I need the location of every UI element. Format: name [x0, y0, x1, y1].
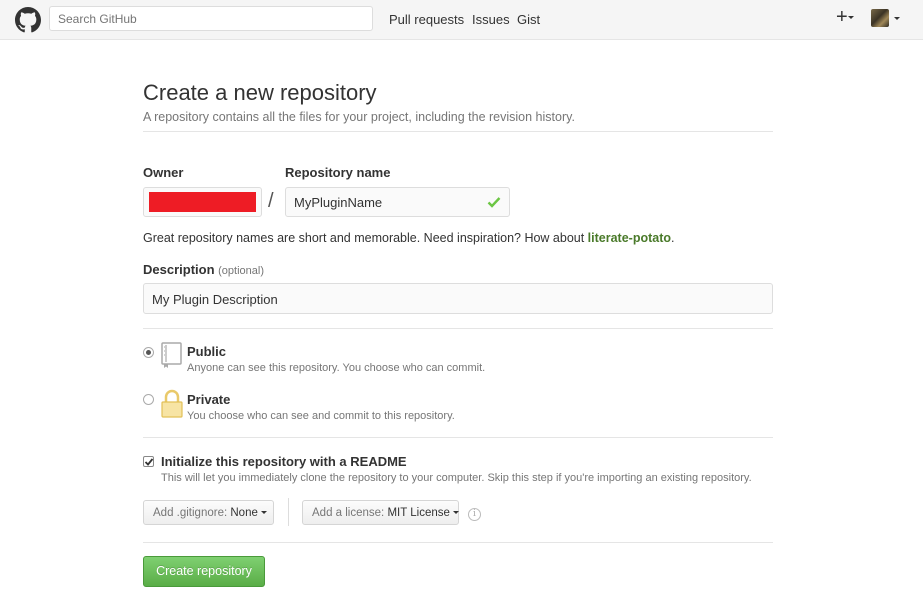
search-input[interactable]	[49, 6, 373, 31]
checkmark-icon	[487, 197, 501, 208]
checkmark-icon	[144, 458, 154, 466]
private-description: You choose who can see and commit to thi…	[187, 410, 455, 422]
github-logo-icon[interactable]	[15, 7, 41, 33]
init-readme-description: This will let you immediately clone the …	[161, 472, 752, 484]
owner-redaction	[149, 192, 256, 212]
public-title: Public	[187, 344, 227, 359]
plus-icon: +	[836, 6, 848, 28]
license-value: MIT License	[387, 507, 450, 519]
chevron-down-icon	[261, 511, 268, 515]
dropdown-divider	[288, 498, 289, 526]
gitignore-value: None	[230, 507, 258, 519]
page-title: Create a new repository	[143, 80, 377, 105]
gitignore-dropdown[interactable]: Add .gitignore: None	[143, 500, 274, 525]
repo-name-hint: Great repository names are short and mem…	[143, 231, 675, 245]
init-readme-checkbox[interactable]	[143, 456, 154, 467]
top-header: Pull requests Issues Gist +	[0, 0, 923, 40]
chevron-down-icon[interactable]	[894, 17, 900, 20]
owner-repo-separator: /	[268, 190, 274, 212]
nav-issues[interactable]: Issues	[472, 12, 510, 27]
create-repository-button[interactable]: Create repository	[143, 556, 265, 587]
page-subtitle: A repository contains all the files for …	[143, 110, 575, 124]
hint-suffix: .	[671, 231, 675, 245]
repo-name-label: Repository name	[285, 165, 391, 180]
chevron-down-icon	[453, 511, 460, 515]
optional-tag: (optional)	[218, 265, 264, 277]
divider	[143, 131, 773, 132]
owner-select[interactable]	[143, 187, 262, 217]
chevron-down-icon	[847, 16, 854, 20]
license-dropdown[interactable]: Add a license: MIT License	[302, 500, 460, 525]
public-radio[interactable]	[143, 347, 154, 358]
owner-label: Owner	[143, 165, 184, 180]
nav-gist[interactable]: Gist	[517, 12, 540, 27]
init-readme-title: Initialize this repository with a README	[161, 454, 407, 469]
repo-name-input[interactable]: MyPluginName	[285, 187, 510, 217]
hint-text: Great repository names are short and mem…	[143, 231, 588, 245]
description-input[interactable]: My Plugin Description	[143, 283, 773, 314]
divider	[143, 437, 773, 438]
private-radio[interactable]	[143, 394, 154, 405]
description-label: Description (optional)	[143, 262, 264, 277]
gitignore-label: Add .gitignore:	[153, 507, 228, 519]
nav-pull-requests[interactable]: Pull requests	[389, 12, 464, 27]
public-description: Anyone can see this repository. You choo…	[187, 362, 486, 374]
private-title: Private	[187, 392, 231, 407]
divider	[143, 542, 773, 543]
name-suggestion-link[interactable]: literate-potato	[588, 231, 671, 245]
avatar[interactable]	[871, 9, 889, 27]
create-new-menu[interactable]: +	[836, 7, 854, 27]
divider	[143, 328, 773, 329]
repo-book-icon	[161, 342, 182, 368]
license-label: Add a license:	[312, 507, 385, 519]
info-icon[interactable]: i	[468, 508, 481, 521]
lock-icon	[161, 389, 183, 418]
description-label-text: Description	[143, 262, 215, 277]
